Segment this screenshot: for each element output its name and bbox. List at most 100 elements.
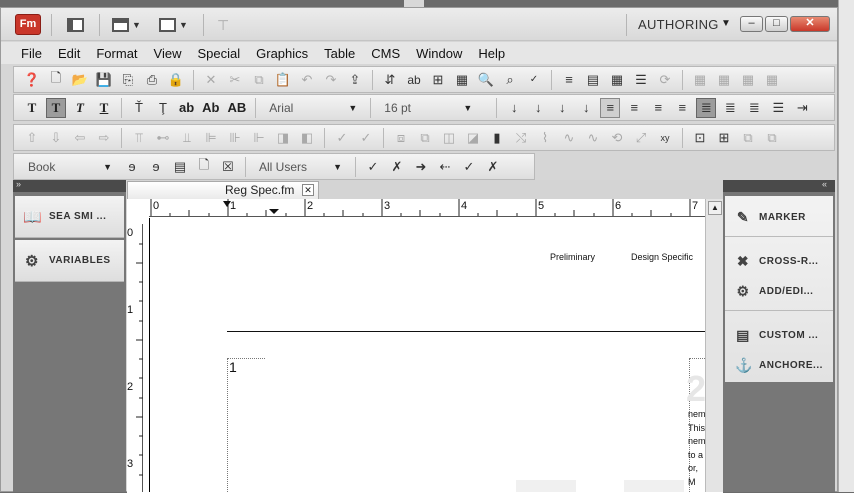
undo-icon[interactable]: ↶ <box>297 70 317 90</box>
align-middle-icon[interactable]: ⊷ <box>153 128 173 148</box>
insert-variable-icon[interactable]: ⇵ <box>380 70 400 90</box>
tab-decimal-icon[interactable]: ↓ <box>576 98 596 118</box>
spelling-ab-icon[interactable]: ab <box>404 70 424 90</box>
uppercase-button[interactable]: AB <box>226 100 249 115</box>
spacing-onehalf-icon[interactable]: ≣ <box>720 98 740 118</box>
menu-edit[interactable]: Edit <box>58 46 80 61</box>
align-top-icon[interactable]: ⫪ <box>129 128 149 148</box>
page-canvas[interactable]: Preliminary Design Specific 1 2 nem This… <box>144 218 706 492</box>
collapse-icon[interactable]: « <box>822 179 827 189</box>
copy-icon[interactable]: ⧉ <box>249 70 269 90</box>
previous-change-icon[interactable]: ⇠ <box>435 157 455 177</box>
menu-file[interactable]: File <box>21 46 42 61</box>
bring-front-icon[interactable]: ◨ <box>273 128 293 148</box>
insert-table-grid-icon[interactable]: ▦ <box>452 70 472 90</box>
row-format-icon[interactable]: ☰ <box>631 70 651 90</box>
xy-icon[interactable]: xy <box>655 128 675 148</box>
paragraph-format-icon[interactable]: ▤ <box>583 70 603 90</box>
horizontal-ruler[interactable]: 0 1 2 3 4 5 6 7 <box>149 199 705 217</box>
save-icon[interactable]: 💾 <box>94 70 114 90</box>
plain-text-button[interactable]: T <box>22 98 42 118</box>
spacing-single-icon[interactable]: ≣ <box>696 97 717 118</box>
paste-icon[interactable]: 📋 <box>273 70 293 90</box>
spell-check-icon[interactable]: ✓ <box>524 70 544 90</box>
left-panel-header[interactable]: » <box>13 179 126 192</box>
align-center-obj-icon[interactable]: ⊪ <box>225 128 245 148</box>
menu-graphics[interactable]: Graphics <box>256 46 308 61</box>
menu-help[interactable]: Help <box>478 46 505 61</box>
accept-change-icon[interactable]: ✓ <box>363 157 383 177</box>
panel-sea-smi[interactable]: 📖 SEA SMI ... <box>15 196 124 238</box>
send-icon[interactable]: ⇪ <box>345 70 365 90</box>
underline-button[interactable]: T <box>94 98 114 118</box>
frame-copy-icon[interactable]: ⧉ <box>738 128 758 148</box>
frame-paste-icon[interactable]: ⧉ <box>762 128 782 148</box>
reject-change-icon[interactable]: ✗ <box>387 157 407 177</box>
search-icon[interactable]: ⌕ <box>500 70 520 90</box>
menu-special[interactable]: Special <box>197 46 240 61</box>
close-button[interactable]: ✕ <box>790 16 830 32</box>
minimize-button[interactable]: – <box>740 16 763 32</box>
close-icon[interactable]: ✕ <box>302 184 314 196</box>
blank-document-icon[interactable]: 🗋 <box>194 157 214 177</box>
tab-left-icon[interactable]: ↓ <box>504 98 524 118</box>
document-list-icon[interactable]: ▤ <box>170 157 190 177</box>
workspace-label[interactable]: AUTHORING <box>638 17 719 32</box>
scale-icon[interactable]: ⤢ <box>631 128 651 148</box>
vertical-ruler[interactable]: 0 1 2 3 <box>127 224 143 492</box>
titlecase-button[interactable]: Ab <box>200 100 221 115</box>
table-add-rows-icon[interactable]: ▦ <box>738 70 758 90</box>
cut-icon[interactable]: ✂ <box>225 70 245 90</box>
panel-cross-ref[interactable]: ✖ CROSS-R... <box>725 246 833 276</box>
font-size-select[interactable]: 16 pt ▼ <box>378 98 478 118</box>
align-right-icon[interactable]: ≡ <box>648 98 668 118</box>
reshape-icon[interactable]: ⌇ <box>535 128 555 148</box>
panel-layout-button[interactable] <box>67 14 84 36</box>
menu-table[interactable]: Table <box>324 46 355 61</box>
overlay-icon[interactable]: ◫ <box>439 128 459 148</box>
align-center-icon[interactable]: ≡ <box>559 70 579 90</box>
table-add-cols-icon[interactable]: ▦ <box>762 70 782 90</box>
subscript-icon[interactable]: Ţ <box>153 98 173 118</box>
expand-icon[interactable]: » <box>16 179 21 189</box>
panel-add-edit[interactable]: ⚙ ADD/EDI... <box>725 276 833 306</box>
overlap-icon[interactable]: ◪ <box>463 128 483 148</box>
book-select[interactable]: Book ▼ <box>22 157 118 177</box>
right-panel-header[interactable]: « <box>723 179 835 192</box>
flip-icon[interactable]: ⤭ <box>511 128 531 148</box>
superscript-icon[interactable]: Ť <box>129 98 149 118</box>
align-right-obj-icon[interactable]: ⊩ <box>249 128 269 148</box>
move-right-icon[interactable]: ⇨ <box>94 128 114 148</box>
find-icon[interactable]: 🔍 <box>476 70 496 90</box>
indent-icon[interactable]: ⇥ <box>792 98 812 118</box>
ungroup-icon[interactable]: ⧉ <box>415 128 435 148</box>
lock-icon[interactable]: 🔒 <box>166 70 186 90</box>
table-icon[interactable]: ▦ <box>607 70 627 90</box>
panel-variables[interactable]: ⚙ VARIABLES <box>15 240 124 282</box>
redo-icon[interactable]: ↷ <box>321 70 341 90</box>
panel-custom[interactable]: ▤ CUSTOM ... <box>725 320 833 350</box>
check-icon[interactable]: ✓ <box>332 128 352 148</box>
bold-button[interactable]: T <box>46 97 66 118</box>
align-justify-icon[interactable]: ≡ <box>672 98 692 118</box>
group-icon[interactable]: ⧈ <box>391 128 411 148</box>
spacing-custom-icon[interactable]: ☰ <box>768 98 788 118</box>
maximize-button[interactable]: □ <box>765 16 788 32</box>
scroll-up-arrow-icon[interactable]: ▲ <box>708 201 722 215</box>
users-select[interactable]: All Users ▼ <box>253 157 348 177</box>
align-bottom-icon[interactable]: ⫫ <box>177 128 197 148</box>
open-folder-icon[interactable]: 📂 <box>70 70 90 90</box>
accept-all-icon[interactable]: ✓ <box>459 157 479 177</box>
next-change-icon[interactable]: ➜ <box>411 157 431 177</box>
menu-window[interactable]: Window <box>416 46 462 61</box>
font-family-select[interactable]: Arial ▼ <box>263 98 363 118</box>
move-down-icon[interactable]: ⇩ <box>46 128 66 148</box>
unsmooth-icon[interactable]: ∿ <box>583 128 603 148</box>
import-icon[interactable]: ⎘ <box>118 70 138 90</box>
check-all-icon[interactable]: ✓ <box>356 128 376 148</box>
print-icon[interactable]: ⎙ <box>142 70 162 90</box>
insert-e-icon[interactable]: ɘ <box>122 157 142 177</box>
delete-document-icon[interactable]: ☒ <box>218 157 238 177</box>
reject-all-icon[interactable]: ✗ <box>483 157 503 177</box>
chart-icon[interactable]: ▮ <box>487 128 507 148</box>
